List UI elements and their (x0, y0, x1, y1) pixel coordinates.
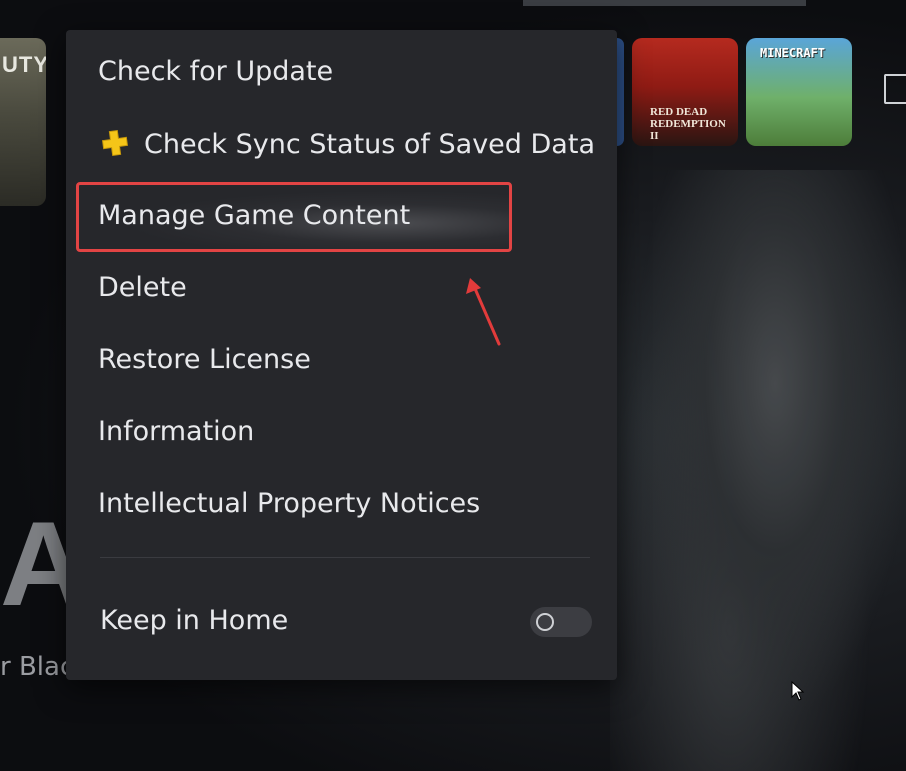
game-tile-label: UTY (2, 52, 46, 77)
menu-divider (100, 557, 590, 558)
annotation-arrow-icon (466, 278, 501, 346)
menu-item-label: Check Sync Status of Saved Data (144, 129, 595, 160)
menu-item-manage-game-content[interactable]: Manage Game Content (98, 200, 410, 231)
ps5-home-screen: UTY RED DEAD REDEMPTION II MINECRAFT AL … (0, 0, 906, 771)
game-tile-label: MINECRAFT (760, 46, 826, 60)
menu-item-restore-license[interactable]: Restore License (98, 344, 311, 375)
game-tile-red-dead-redemption[interactable]: RED DEAD REDEMPTION II (632, 38, 738, 146)
menu-item-check-for-update[interactable]: Check for Update (98, 56, 333, 87)
toggle-knob (536, 613, 554, 631)
menu-item-delete[interactable]: Delete (98, 272, 187, 303)
menu-item-label: Keep in Home (100, 605, 289, 636)
menu-item-label: Restore License (98, 344, 311, 375)
game-tile-label: RED DEAD REDEMPTION II (650, 106, 726, 142)
menu-item-label: Delete (98, 272, 187, 303)
game-library-icon[interactable] (884, 74, 906, 104)
menu-item-information[interactable]: Information (98, 416, 254, 447)
menu-item-keep-in-home[interactable]: Keep in Home (100, 605, 288, 636)
menu-item-label: Manage Game Content (98, 200, 411, 231)
background-game-subtitle: r Blac (0, 652, 75, 682)
ps-plus-icon (101, 129, 129, 157)
game-options-menu: Check for Update Check Sync Status of Sa… (66, 30, 617, 680)
menu-item-label: Intellectual Property Notices (98, 488, 481, 519)
keep-in-home-toggle[interactable] (530, 607, 592, 637)
mouse-cursor-icon (791, 680, 805, 701)
top-bar (523, 0, 806, 6)
menu-item-label: Information (98, 416, 255, 447)
menu-item-label: Check for Update (98, 56, 334, 87)
game-tile-call-of-duty[interactable]: UTY (0, 38, 46, 206)
menu-item-check-sync-status[interactable]: Check Sync Status of Saved Data (100, 128, 595, 160)
game-tile-minecraft[interactable]: MINECRAFT (746, 38, 852, 146)
background-soldier-art (610, 170, 906, 771)
menu-item-intellectual-property-notices[interactable]: Intellectual Property Notices (98, 488, 480, 519)
